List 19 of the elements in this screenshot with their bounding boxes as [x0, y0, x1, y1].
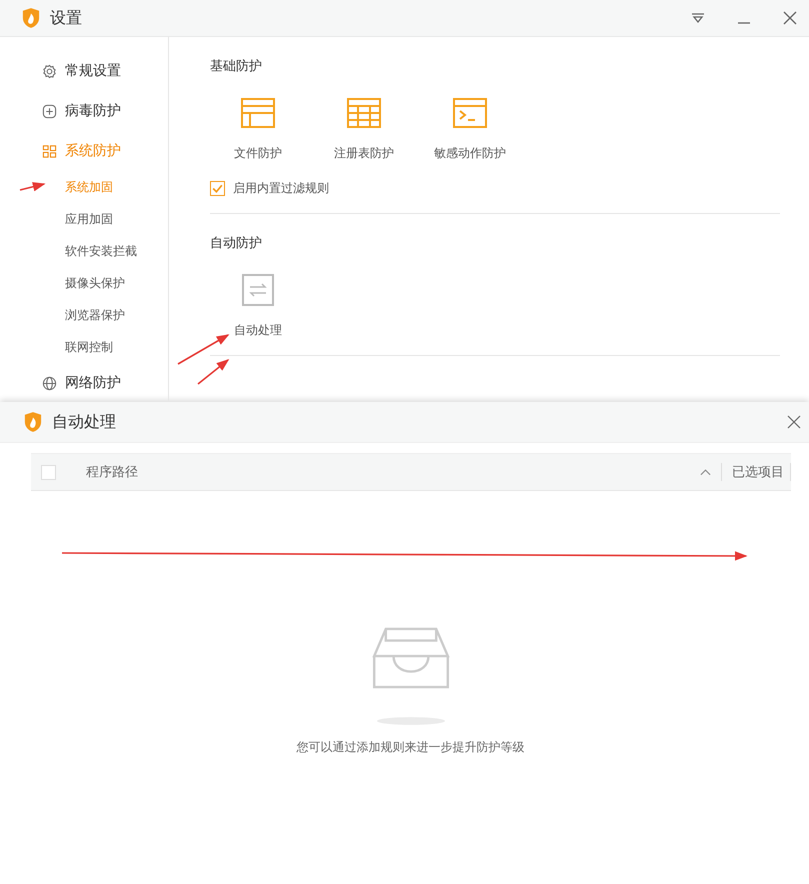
- sidebar-subitem[interactable]: 联网控制: [0, 331, 168, 363]
- checkbox-label: 启用内置过滤规则: [233, 180, 329, 197]
- sidebar-item[interactable]: 网络防护: [0, 363, 168, 402]
- sidebar-subitem[interactable]: 摄像头保护: [0, 267, 168, 299]
- section-title: 基础防护: [210, 58, 263, 76]
- feature-tile[interactable]: 文件防护: [210, 97, 306, 162]
- feature-tile[interactable]: 敏感动作防护: [422, 97, 518, 162]
- column-header[interactable]: 程序路径: [86, 463, 700, 481]
- window-title: 设置: [50, 8, 82, 28]
- feature-tile[interactable]: 注册表防护: [316, 97, 412, 162]
- sidebar-subitem[interactable]: 应用加固: [0, 203, 168, 235]
- column-header[interactable]: 已选项目: [721, 463, 791, 481]
- section-title: 自动防护: [210, 235, 263, 253]
- sidebar-subitem[interactable]: 软件安装拦截: [0, 235, 168, 267]
- empty-state-message: 您可以通过添加规则来进一步提升防护等级: [296, 739, 524, 756]
- sidebar-subitem[interactable]: 浏览器保护: [0, 299, 168, 331]
- sidebar-item[interactable]: 病毒防护: [0, 91, 168, 131]
- sidebar-item[interactable]: 常规设置: [0, 51, 168, 91]
- dialog-title: 自动处理: [52, 412, 116, 432]
